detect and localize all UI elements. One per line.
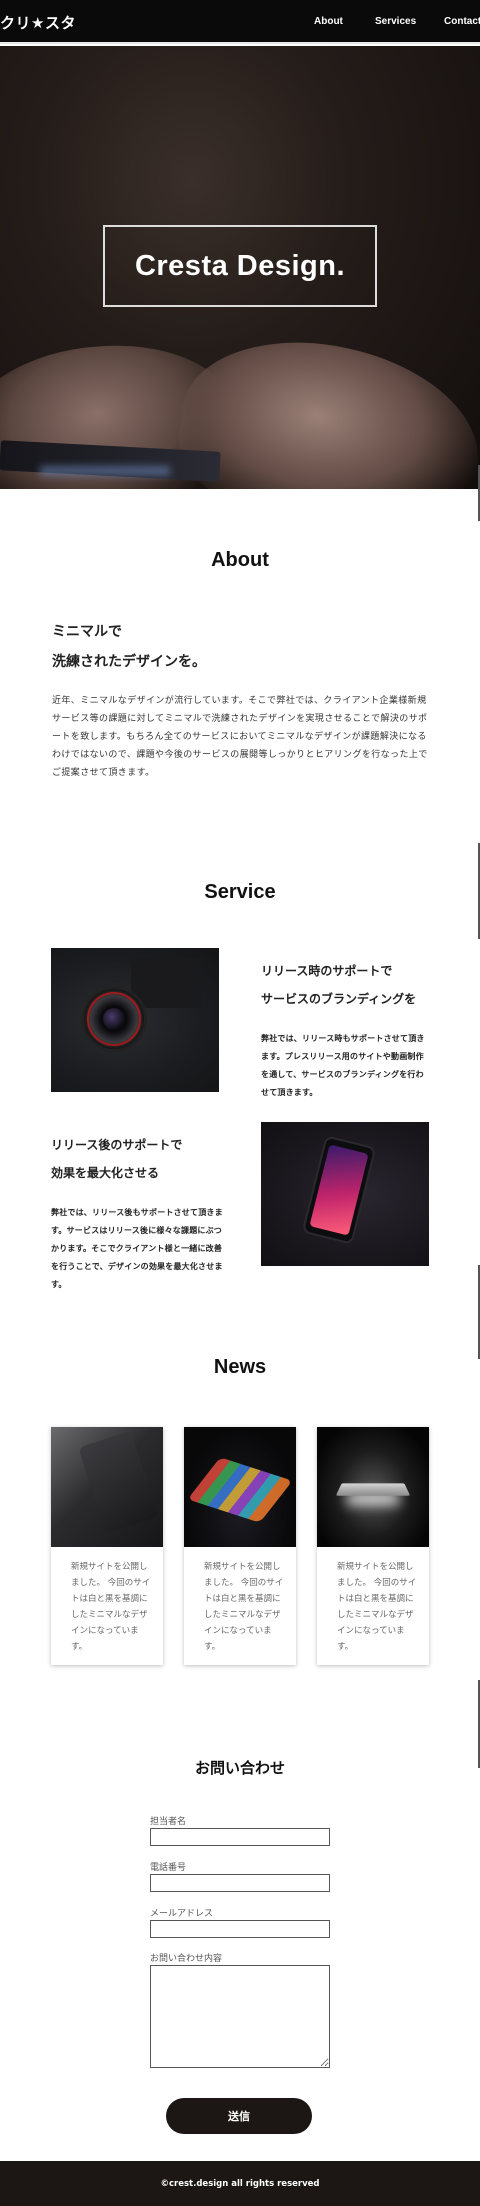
hero-section: Cresta Design. — [0, 46, 480, 489]
nav-link-about[interactable]: About — [314, 16, 343, 27]
site-logo[interactable]: クリ★スタ — [0, 12, 76, 33]
contact-name-field[interactable] — [150, 1828, 330, 1846]
service-heading-1: リリース時のサポートで サービスのブランディングを — [261, 957, 416, 1013]
service-heading-1-line1: リリース時のサポートで — [261, 964, 393, 978]
smartphone-icon — [301, 1135, 377, 1245]
copyright-text: ©crest.design all rights reserved — [160, 2178, 320, 2189]
service-heading-2-line1: リリース後のサポートで — [51, 1138, 183, 1152]
contact-email-label: メールアドレス — [150, 1909, 214, 1919]
contact-email-field[interactable] — [150, 1920, 330, 1938]
nav-link-services[interactable]: Services — [375, 16, 416, 27]
news-image-phone-desk — [51, 1427, 163, 1547]
hero-title: Cresta Design. — [134, 249, 346, 282]
news-title: News — [213, 1356, 267, 1378]
hero-title-box: Cresta Design. — [103, 225, 377, 307]
news-card-text: 新規サイトを公開しました。 今回のサイトは白と黒を基調にしたミニマルなデザインに… — [337, 1562, 417, 1652]
service-image-camera — [51, 948, 219, 1092]
news-card-text: 新規サイトを公開しました。 今回のサイトは白と黒を基調にしたミニマルなデザインに… — [71, 1562, 151, 1652]
about-heading-line1: ミニマルで — [52, 624, 122, 640]
news-card-text: 新規サイトを公開しました。 今回のサイトは白と黒を基調にしたミニマルなデザインに… — [204, 1562, 284, 1652]
about-title: About — [211, 549, 269, 571]
news-card[interactable]: 新規サイトを公開しました。 今回のサイトは白と黒を基調にしたミニマルなデザインに… — [51, 1427, 163, 1665]
smartphone-screen — [309, 1144, 369, 1236]
news-card[interactable]: 新規サイトを公開しました。 今回のサイトは白と黒を基調にしたミニマルなデザインに… — [317, 1427, 429, 1665]
about-heading-line2: 洗練されたデザインを。 — [52, 654, 206, 670]
service-text-2: 弊社では、リリース後もサポートさせて頂きます。サービスはリリース後に様々な課題に… — [51, 1208, 223, 1289]
contact-name-label: 担当者名 — [150, 1817, 187, 1827]
contact-message-field[interactable] — [150, 1965, 330, 2068]
service-heading-1-line2: サービスのブランディングを — [261, 992, 417, 1006]
news-image-laptop — [317, 1427, 429, 1547]
site-header: クリ★スタ About Services Contact — [0, 0, 480, 44]
service-heading-2: リリース後のサポートで 効果を最大化させる — [51, 1131, 182, 1187]
lens-glass-shape — [103, 1008, 125, 1030]
contact-phone-field[interactable] — [150, 1874, 330, 1892]
contact-message-label: お問い合わせ内容 — [150, 1954, 223, 1964]
service-title: Service — [204, 881, 276, 903]
submit-button[interactable]: 送信 — [166, 2098, 312, 2134]
about-text: 近年、ミニマルなデザインが流行しています。そこで弊社では、クライアント企業様新規… — [52, 696, 428, 778]
service-heading-2-line2: 効果を最大化させる — [51, 1166, 160, 1180]
news-image-app-icons — [184, 1427, 296, 1547]
service-text-1: 弊社では、リリース時もサポートさせて頂きます。プレスリリース用のサイトや動画制作… — [261, 1034, 425, 1097]
nav-link-contact[interactable]: Contact — [444, 16, 480, 27]
contact-phone-label: 電話番号 — [150, 1863, 187, 1873]
about-heading: ミニマルで 洗練されたデザインを。 — [52, 617, 206, 677]
hero-photo-screen-glow — [40, 466, 170, 476]
site-footer: ©crest.design all rights reserved — [0, 2161, 480, 2206]
service-image-phone — [261, 1122, 429, 1266]
contact-title: お問い合わせ — [194, 1759, 285, 1777]
news-card[interactable]: 新規サイトを公開しました。 今回のサイトは白と黒を基調にしたミニマルなデザインに… — [184, 1427, 296, 1665]
